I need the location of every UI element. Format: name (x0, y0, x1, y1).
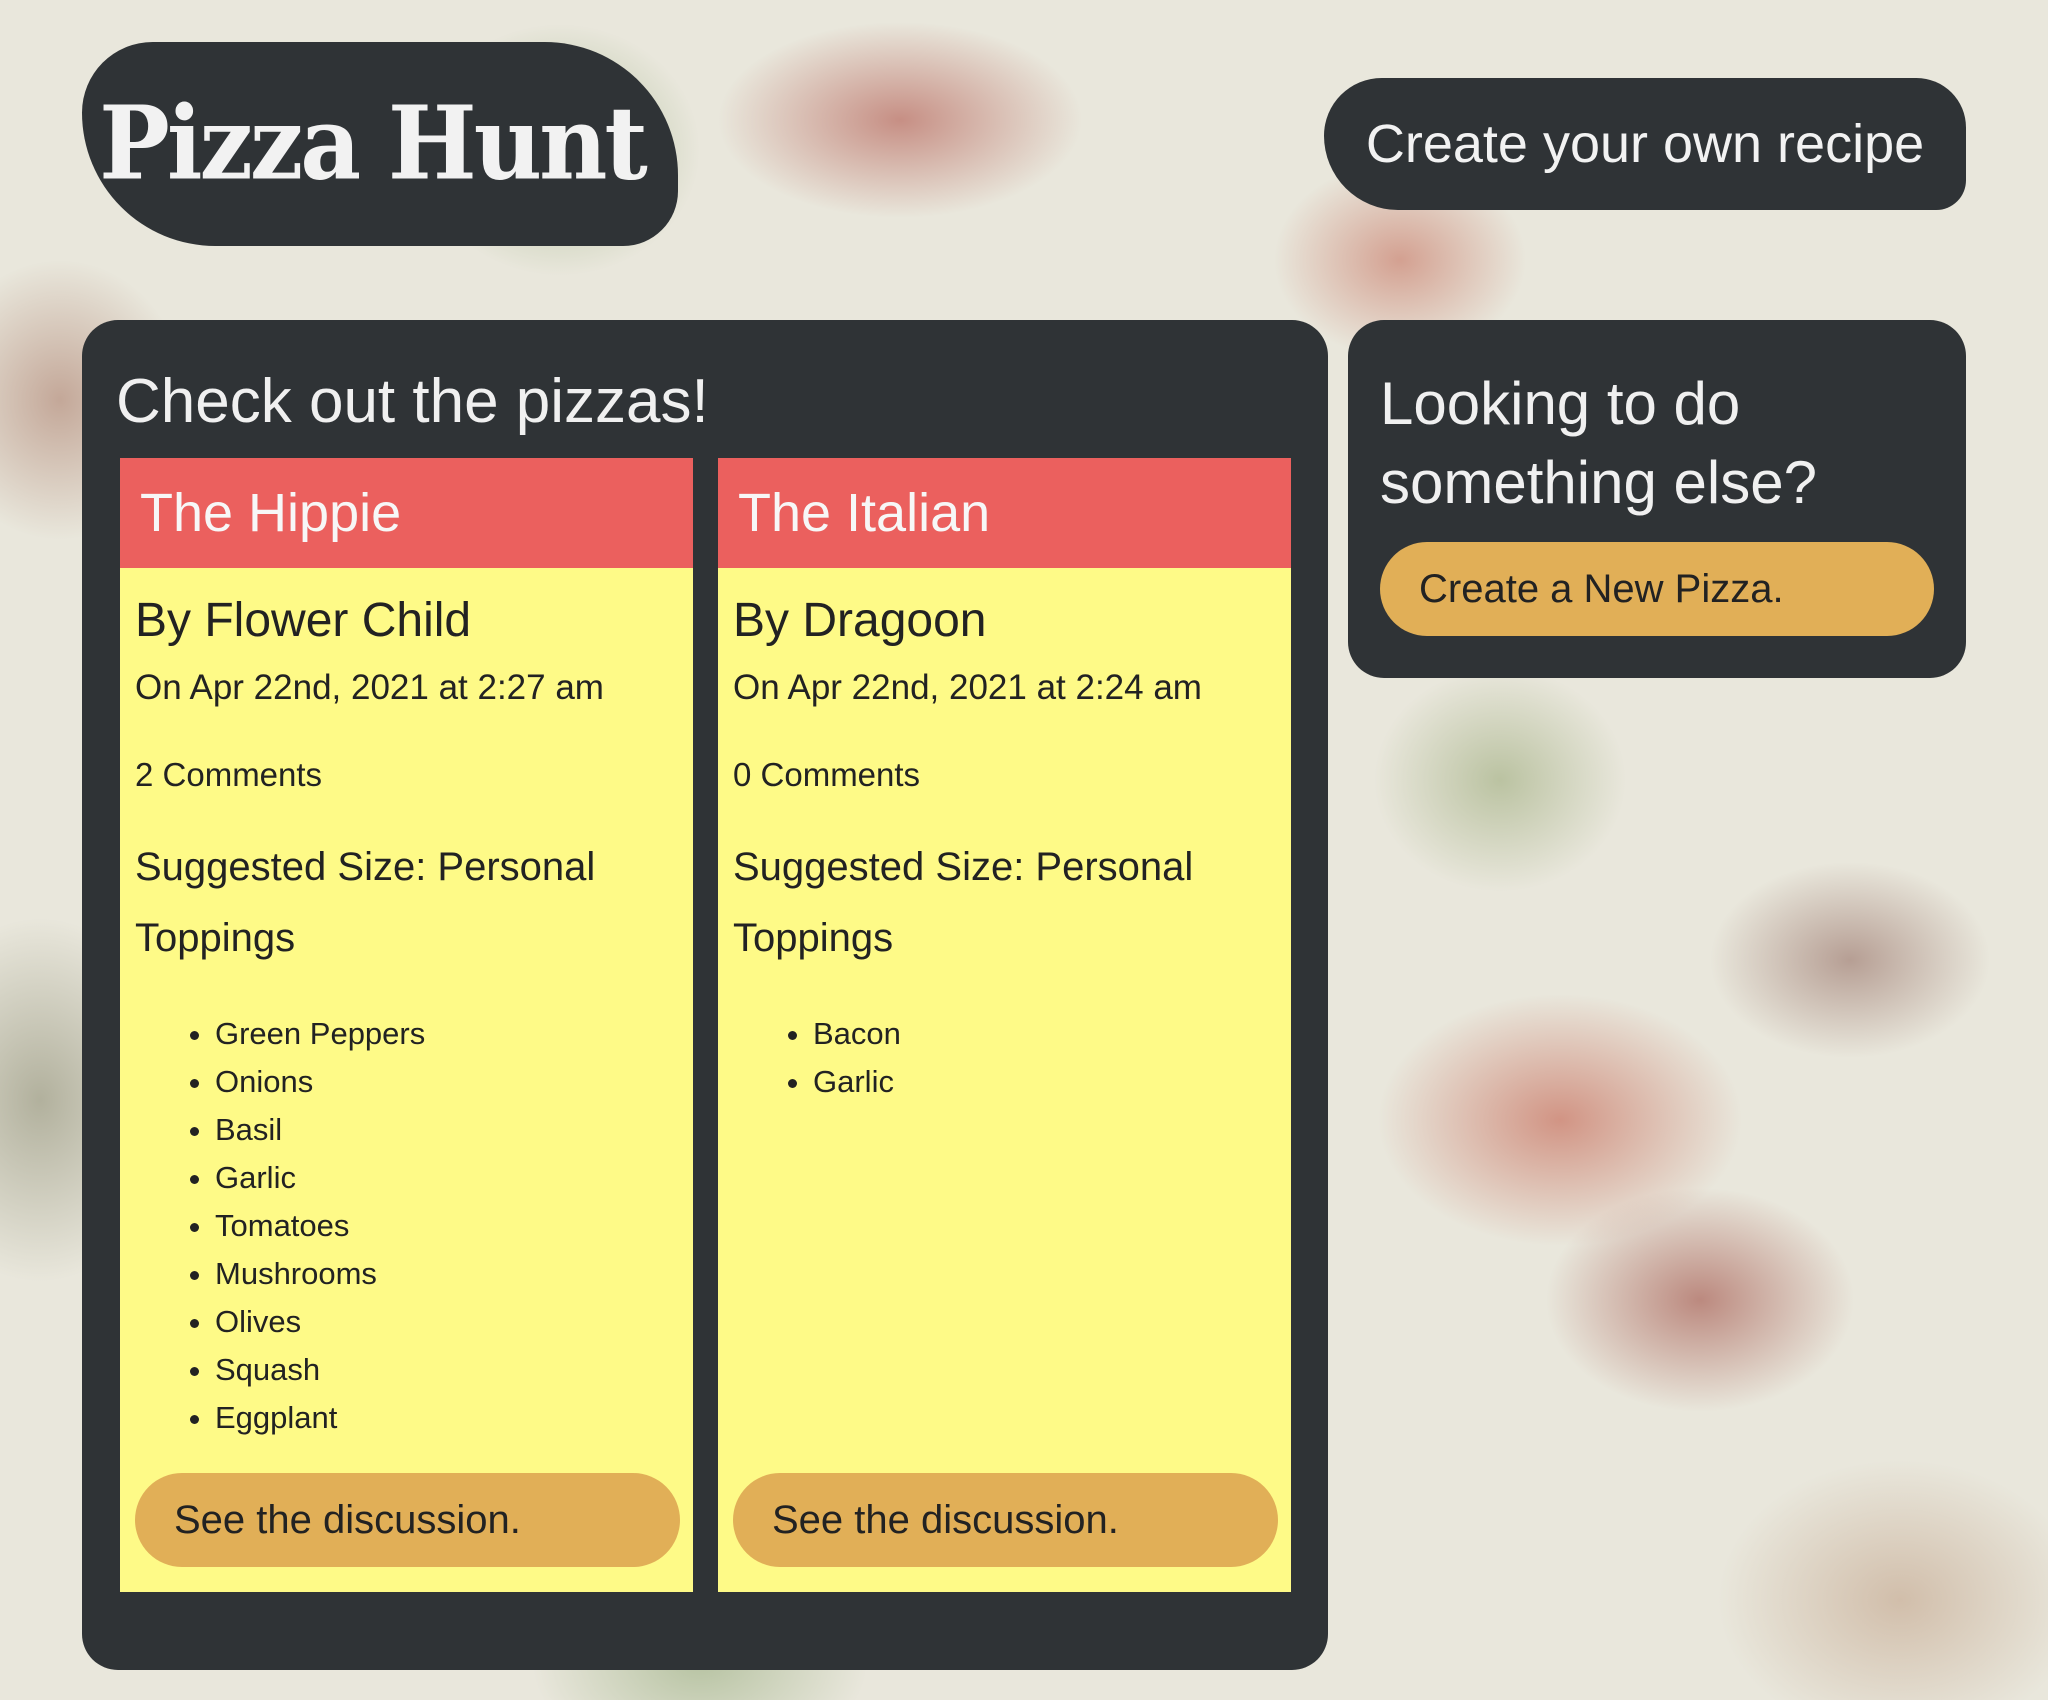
create-recipe-link[interactable]: Create your own recipe (1324, 78, 1966, 210)
pizza-list-panel: Check out the pizzas! The Hippie By Flow… (82, 320, 1328, 1670)
pizza-card: The Hippie By Flower Child On Apr 22nd, … (120, 458, 693, 1592)
pizza-author: By Flower Child (135, 594, 472, 647)
pizza-date: On Apr 22nd, 2021 at 2:27 am (135, 668, 604, 707)
topping-item: Garlic (215, 1154, 425, 1202)
topping-item: Garlic (813, 1058, 901, 1106)
toppings-list: Green Peppers Onions Basil Garlic Tomato… (120, 1010, 425, 1442)
create-new-pizza-button[interactable]: Create a New Pizza. (1380, 542, 1934, 636)
pizza-suggested-size: Suggested Size: Personal (135, 845, 596, 889)
topping-item: Mushrooms (215, 1250, 425, 1298)
side-panel-heading: Looking to do something else? (1380, 370, 1817, 516)
topping-item: Olives (215, 1298, 425, 1346)
pizza-comments-count: 0 Comments (733, 756, 921, 793)
topping-item: Tomatoes (215, 1202, 425, 1250)
topping-item: Bacon (813, 1010, 901, 1058)
topping-item: Eggplant (215, 1394, 425, 1442)
topping-item: Basil (215, 1106, 425, 1154)
toppings-list: Bacon Garlic (718, 1010, 901, 1106)
pizza-card-title: The Italian (718, 458, 1291, 568)
pizza-card-title: The Hippie (120, 458, 693, 568)
topping-item: Green Peppers (215, 1010, 425, 1058)
see-discussion-button[interactable]: See the discussion. (733, 1473, 1278, 1567)
logo-banner[interactable]: Pizza Hunt (82, 42, 678, 246)
toppings-heading: Toppings (733, 916, 894, 960)
side-actions-panel: Looking to do something else? Create a N… (1348, 320, 1966, 678)
pizza-date: On Apr 22nd, 2021 at 2:24 am (733, 668, 1202, 707)
pizza-card: The Italian By Dragoon On Apr 22nd, 2021… (718, 458, 1291, 1592)
pizza-suggested-size: Suggested Size: Personal (733, 845, 1194, 889)
logo-text: Pizza Hunt (99, 84, 648, 204)
toppings-heading: Toppings (135, 916, 296, 960)
topping-item: Onions (215, 1058, 425, 1106)
topping-item: Squash (215, 1346, 425, 1394)
see-discussion-button[interactable]: See the discussion. (135, 1473, 680, 1567)
pizza-comments-count: 2 Comments (135, 756, 323, 793)
pizza-author: By Dragoon (733, 594, 987, 647)
pizza-list-heading: Check out the pizzas! (116, 367, 709, 436)
